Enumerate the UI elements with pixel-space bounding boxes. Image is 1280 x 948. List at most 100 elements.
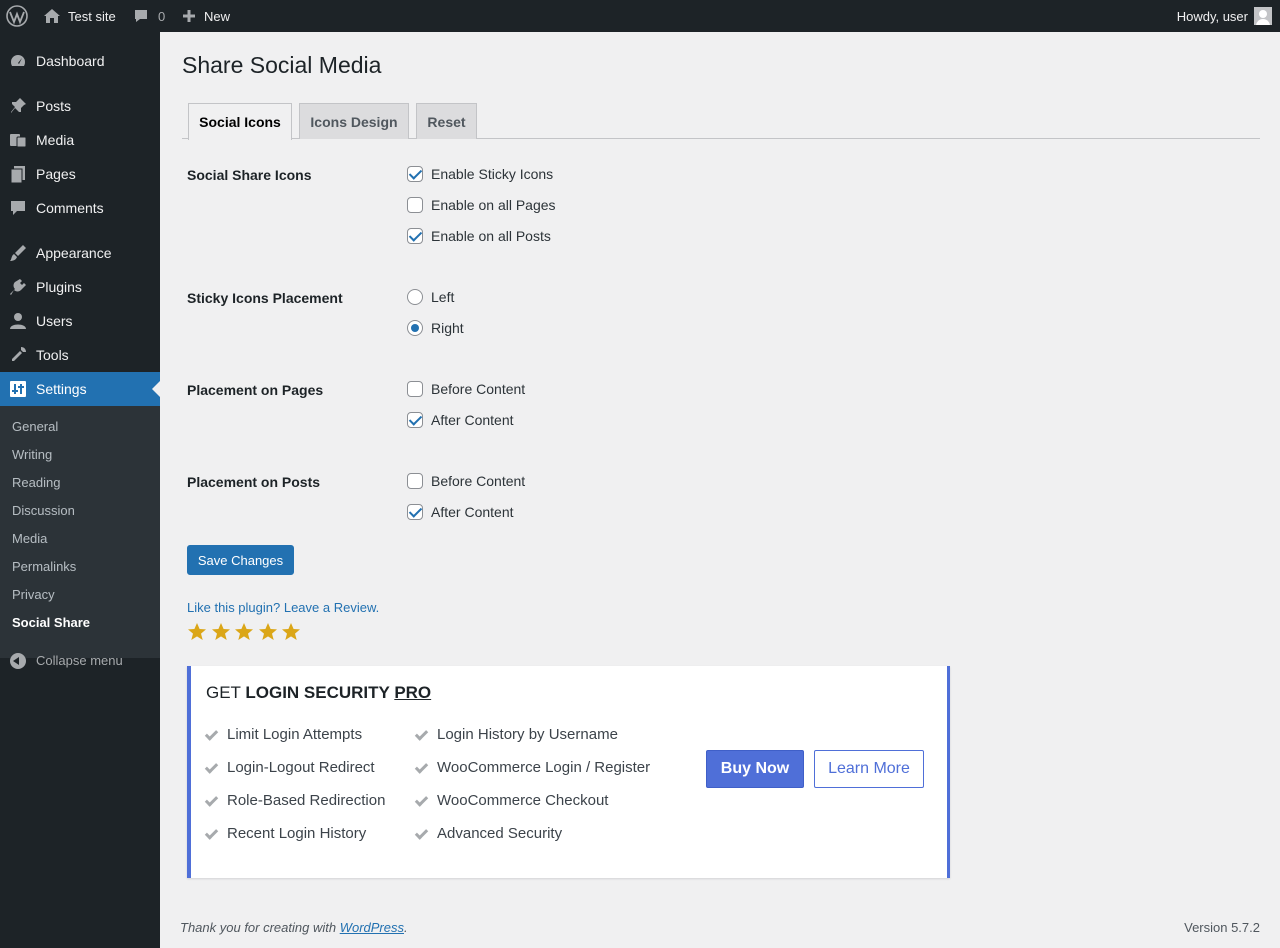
star-icon[interactable] (281, 622, 301, 642)
submenu-privacy[interactable]: Privacy (12, 587, 55, 602)
buy-now-button[interactable]: Buy Now (706, 750, 804, 788)
plugin-icon (10, 279, 26, 295)
star-icon[interactable] (211, 622, 231, 642)
leave-review-link[interactable]: Like this plugin? Leave a Review. (187, 600, 379, 615)
pages-icon (10, 166, 25, 183)
checkmark-icon (203, 827, 218, 841)
menu-plugins[interactable]: Plugins (0, 270, 160, 304)
pages-before-content-option[interactable]: Before Content (407, 381, 525, 397)
collapse-arrow-icon (10, 653, 26, 669)
submenu-permalinks[interactable]: Permalinks (12, 559, 76, 574)
menu-label: Posts (36, 98, 72, 114)
media-icon (10, 134, 27, 148)
pages-before-content-checkbox[interactable] (407, 381, 423, 397)
submenu-writing[interactable]: Writing (12, 447, 52, 462)
menu-posts[interactable]: Posts (0, 89, 160, 123)
option-label: Enable on all Posts (431, 228, 551, 244)
comment-bubble-icon (135, 10, 147, 22)
option-label: After Content (431, 412, 514, 428)
pages-after-content-option[interactable]: After Content (407, 412, 514, 428)
user-icon (10, 313, 26, 329)
placement-pages-label: Placement on Pages (187, 382, 324, 398)
option-label: After Content (431, 504, 514, 520)
new-content-link[interactable]: New (182, 0, 230, 32)
howdy-text: Howdy, user (1176, 8, 1248, 24)
submenu-media[interactable]: Media (12, 531, 47, 546)
option-label: Before Content (431, 381, 526, 397)
comment-icon (11, 201, 25, 215)
admin-bar: Test site 0 New Howdy, user (0, 0, 1280, 32)
enable-all-pages-checkbox[interactable] (407, 197, 423, 213)
star-icon[interactable] (234, 622, 254, 642)
promo-feature: WooCommerce Login / Register (413, 759, 650, 776)
enable-all-posts-checkbox[interactable] (407, 228, 423, 244)
menu-tools[interactable]: Tools (0, 338, 160, 372)
sticky-placement-label: Sticky Icons Placement (187, 290, 343, 306)
wordpress-logo-icon[interactable] (6, 0, 30, 32)
tab-reset[interactable]: Reset (416, 103, 477, 139)
promo-feature: Advanced Security (413, 825, 562, 842)
submenu-social-share[interactable]: Social Share (12, 615, 90, 630)
tab-icons-design[interactable]: Icons Design (299, 103, 409, 139)
option-label: Enable Sticky Icons (431, 166, 554, 182)
placement-posts-label: Placement on Posts (187, 474, 321, 490)
menu-label: Comments (36, 200, 104, 216)
promo-feature: Login History by Username (413, 726, 618, 743)
posts-after-content-option[interactable]: After Content (407, 504, 514, 520)
menu-label: Dashboard (36, 53, 105, 69)
footer-version: Version 5.7.2 (1184, 920, 1260, 935)
option-label: Right (431, 320, 464, 336)
star-icon[interactable] (258, 622, 278, 642)
star-icon[interactable] (187, 622, 207, 642)
site-name-link[interactable]: Test site (43, 0, 116, 32)
menu-users[interactable]: Users (0, 304, 160, 338)
submenu-general[interactable]: General (12, 419, 58, 434)
pro-link[interactable]: PRO (394, 683, 431, 702)
login-security-pro-promo: GET LOGIN SECURITY PRO Limit Login Attem… (187, 666, 950, 878)
rating-stars[interactable] (187, 622, 305, 642)
avatar (1254, 7, 1272, 25)
menu-label: Media (36, 132, 75, 148)
collapse-menu-button[interactable]: Collapse menu (0, 644, 160, 678)
menu-settings[interactable]: Settings (0, 372, 160, 406)
menu-appearance[interactable]: Appearance (0, 236, 160, 270)
tab-social-icons[interactable]: Social Icons (188, 103, 292, 140)
option-label: Before Content (431, 473, 526, 489)
submenu-reading[interactable]: Reading (12, 475, 60, 490)
comments-link[interactable]: 0 (133, 0, 165, 32)
menu-label: Appearance (36, 245, 112, 261)
learn-more-button[interactable]: Learn More (814, 750, 924, 788)
placement-left-option[interactable]: Left (407, 289, 454, 305)
checkmark-icon (413, 761, 428, 775)
posts-before-content-checkbox[interactable] (407, 473, 423, 489)
pages-after-content-checkbox[interactable] (407, 412, 423, 428)
dashboard-icon (10, 55, 26, 66)
account-menu[interactable]: Howdy, user (1177, 0, 1272, 32)
checkmark-icon (203, 794, 218, 808)
placement-left-radio[interactable] (407, 289, 423, 305)
menu-pages[interactable]: Pages (0, 157, 160, 191)
menu-dashboard[interactable]: Dashboard (0, 44, 160, 78)
menu-comments[interactable]: Comments (0, 191, 160, 225)
placement-right-option[interactable]: Right (407, 320, 464, 336)
checkmark-icon (413, 794, 428, 808)
enable-sticky-icons-option[interactable]: Enable Sticky Icons (407, 166, 553, 182)
promo-title: GET LOGIN SECURITY PRO (206, 683, 432, 702)
settings-submenu: General Writing Reading Discussion Media… (0, 406, 160, 658)
save-changes-button[interactable]: Save Changes (187, 545, 294, 575)
enable-all-posts-option[interactable]: Enable on all Posts (407, 228, 551, 244)
wordpress-link[interactable]: WordPress (340, 920, 404, 935)
pushpin-icon (11, 98, 26, 113)
checkmark-icon (203, 728, 218, 742)
posts-before-content-option[interactable]: Before Content (407, 473, 525, 489)
promo-feature: Recent Login History (203, 825, 366, 842)
placement-right-radio[interactable] (407, 320, 423, 336)
menu-media[interactable]: Media (0, 123, 160, 157)
plus-icon (183, 10, 195, 22)
enable-sticky-icons-checkbox[interactable] (407, 166, 423, 182)
menu-label: Pages (36, 166, 76, 182)
submenu-discussion[interactable]: Discussion (12, 503, 75, 518)
posts-after-content-checkbox[interactable] (407, 504, 423, 520)
enable-all-pages-option[interactable]: Enable on all Pages (407, 197, 556, 213)
promo-feature: WooCommerce Checkout (413, 792, 608, 809)
